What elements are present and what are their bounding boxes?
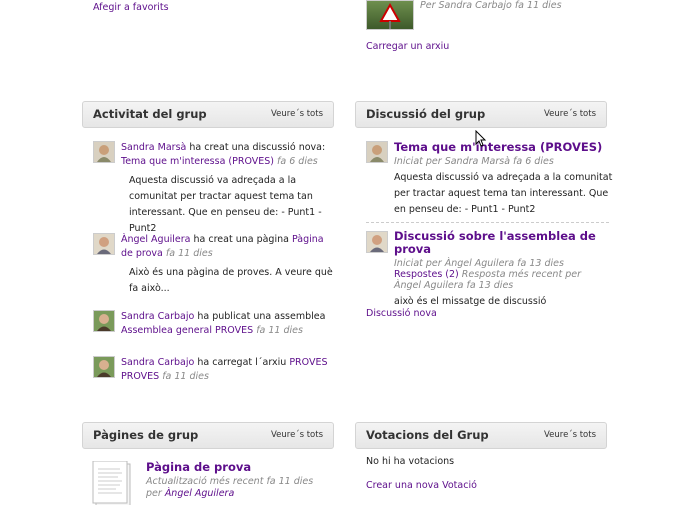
activity-action: ha creat una discussió nova: xyxy=(189,142,326,153)
activity-time: fa 11 dies xyxy=(256,325,303,336)
discussion-item: Tema que m'interessa (PROVES) Iniciat pe… xyxy=(394,141,614,218)
actor-link[interactable]: Sandra Marsà xyxy=(121,142,186,153)
avatar[interactable] xyxy=(366,141,388,163)
avatar[interactable] xyxy=(93,356,115,378)
avatar[interactable] xyxy=(366,231,388,253)
user-photo-icon xyxy=(367,232,387,252)
activity-excerpt: Aquesta discussió va adreçada a la comun… xyxy=(129,175,322,234)
new-discussion-link[interactable]: Discussió nova xyxy=(366,308,437,319)
user-photo-icon xyxy=(94,311,114,331)
activity-action: ha carregat l´arxiu xyxy=(197,357,287,368)
activity-item: Sandra Carbajo ha carregat l´arxiu PROVE… xyxy=(121,356,335,384)
create-vote-link[interactable]: Crear una nova Votació xyxy=(366,480,477,491)
upload-file-link[interactable]: Carregar un arxiu xyxy=(366,41,449,52)
activity-time: fa 11 dies xyxy=(165,248,213,259)
user-photo-icon xyxy=(94,234,114,254)
file-thumbnail[interactable] xyxy=(366,0,414,30)
actor-link[interactable]: Sandra Carbajo xyxy=(121,311,194,322)
activity-time: fa 11 dies xyxy=(162,371,209,382)
replies-link[interactable]: Respostes (2) xyxy=(394,269,459,280)
page-document-icon[interactable] xyxy=(92,461,138,505)
user-photo-icon xyxy=(94,357,114,377)
pages-header: Pàgines de grup Veure´s tots xyxy=(82,422,334,449)
discussion-header: Discussió del grup Veure´s tots xyxy=(355,101,607,128)
discussion-title-link[interactable]: Discussió sobre l'assemblea de prova xyxy=(394,230,599,256)
votes-view-all[interactable]: Veure´s tots xyxy=(544,430,596,440)
votes-empty-text: No hi ha votacions xyxy=(366,456,455,467)
discussion-view-all[interactable]: Veure´s tots xyxy=(544,109,596,119)
target-link[interactable]: Tema que m'interessa (PROVES) xyxy=(121,156,274,167)
discussion-item: Discussió sobre l'assemblea de prova Ini… xyxy=(394,230,599,308)
target-link[interactable]: Assemblea general PROVES xyxy=(121,325,253,336)
votes-title: Votacions del Grup xyxy=(366,428,489,442)
actor-link[interactable]: Àngel Aguilera xyxy=(121,234,190,245)
votes-header: Votacions del Grup Veure´s tots xyxy=(355,422,607,449)
avatar[interactable] xyxy=(93,310,115,332)
activity-item: Sandra Marsà ha creat una discussió nova… xyxy=(121,141,335,237)
road-sign-image xyxy=(379,2,401,29)
pages-title: Pàgines de grup xyxy=(93,428,199,442)
avatar[interactable] xyxy=(93,141,115,163)
activity-view-all[interactable]: Veure´s tots xyxy=(271,109,323,119)
discussion-meta: Iniciat per Sandra Marsà fa 6 dies xyxy=(394,156,554,167)
activity-header: Activitat del grup Veure´s tots xyxy=(82,101,334,128)
discussion-title-link[interactable]: Tema que m'interessa (PROVES) xyxy=(394,141,614,154)
activity-time: fa 6 dies xyxy=(277,156,318,167)
activity-excerpt: Això és una pàgina de proves. A veure qu… xyxy=(129,267,333,294)
page-title-link[interactable]: Pàgina de prova xyxy=(146,461,326,473)
discussion-meta: Iniciat per Àngel Aguilera fa 13 dies Re… xyxy=(394,258,599,291)
discussion-meta-started: Iniciat per Àngel Aguilera fa 13 dies xyxy=(394,258,564,269)
mouse-cursor-icon xyxy=(475,130,487,147)
divider xyxy=(366,222,609,223)
user-photo-icon xyxy=(94,142,114,162)
activity-action: ha publicat una assemblea xyxy=(197,311,326,322)
activity-item: Àngel Aguilera ha creat una pàgina Pàgin… xyxy=(121,233,335,297)
add-favorite-link[interactable]: Afegir a favorits xyxy=(93,2,169,13)
pages-view-all[interactable]: Veure´s tots xyxy=(271,430,323,440)
activity-title: Activitat del grup xyxy=(93,107,207,121)
file-byline: Per Sandra Carbajo fa 11 dies xyxy=(420,0,562,11)
activity-item: Sandra Carbajo ha publicat una assemblea… xyxy=(121,310,335,338)
discussion-body: això és el missatge de discussió xyxy=(394,296,547,307)
page-meta: Actualització més recent fa 11 dies per … xyxy=(146,476,326,500)
discussion-body: Aquesta discussió va adreçada a la comun… xyxy=(394,172,613,215)
actor-link[interactable]: Sandra Carbajo xyxy=(121,357,194,368)
page-item: Pàgina de prova Actualització més recent… xyxy=(146,461,326,500)
discussion-title: Discussió del grup xyxy=(366,107,486,121)
page-author-link[interactable]: Àngel Aguilera xyxy=(165,488,234,499)
activity-action: ha creat una pàgina xyxy=(193,234,289,245)
avatar[interactable] xyxy=(93,233,115,255)
user-photo-icon xyxy=(367,142,387,162)
